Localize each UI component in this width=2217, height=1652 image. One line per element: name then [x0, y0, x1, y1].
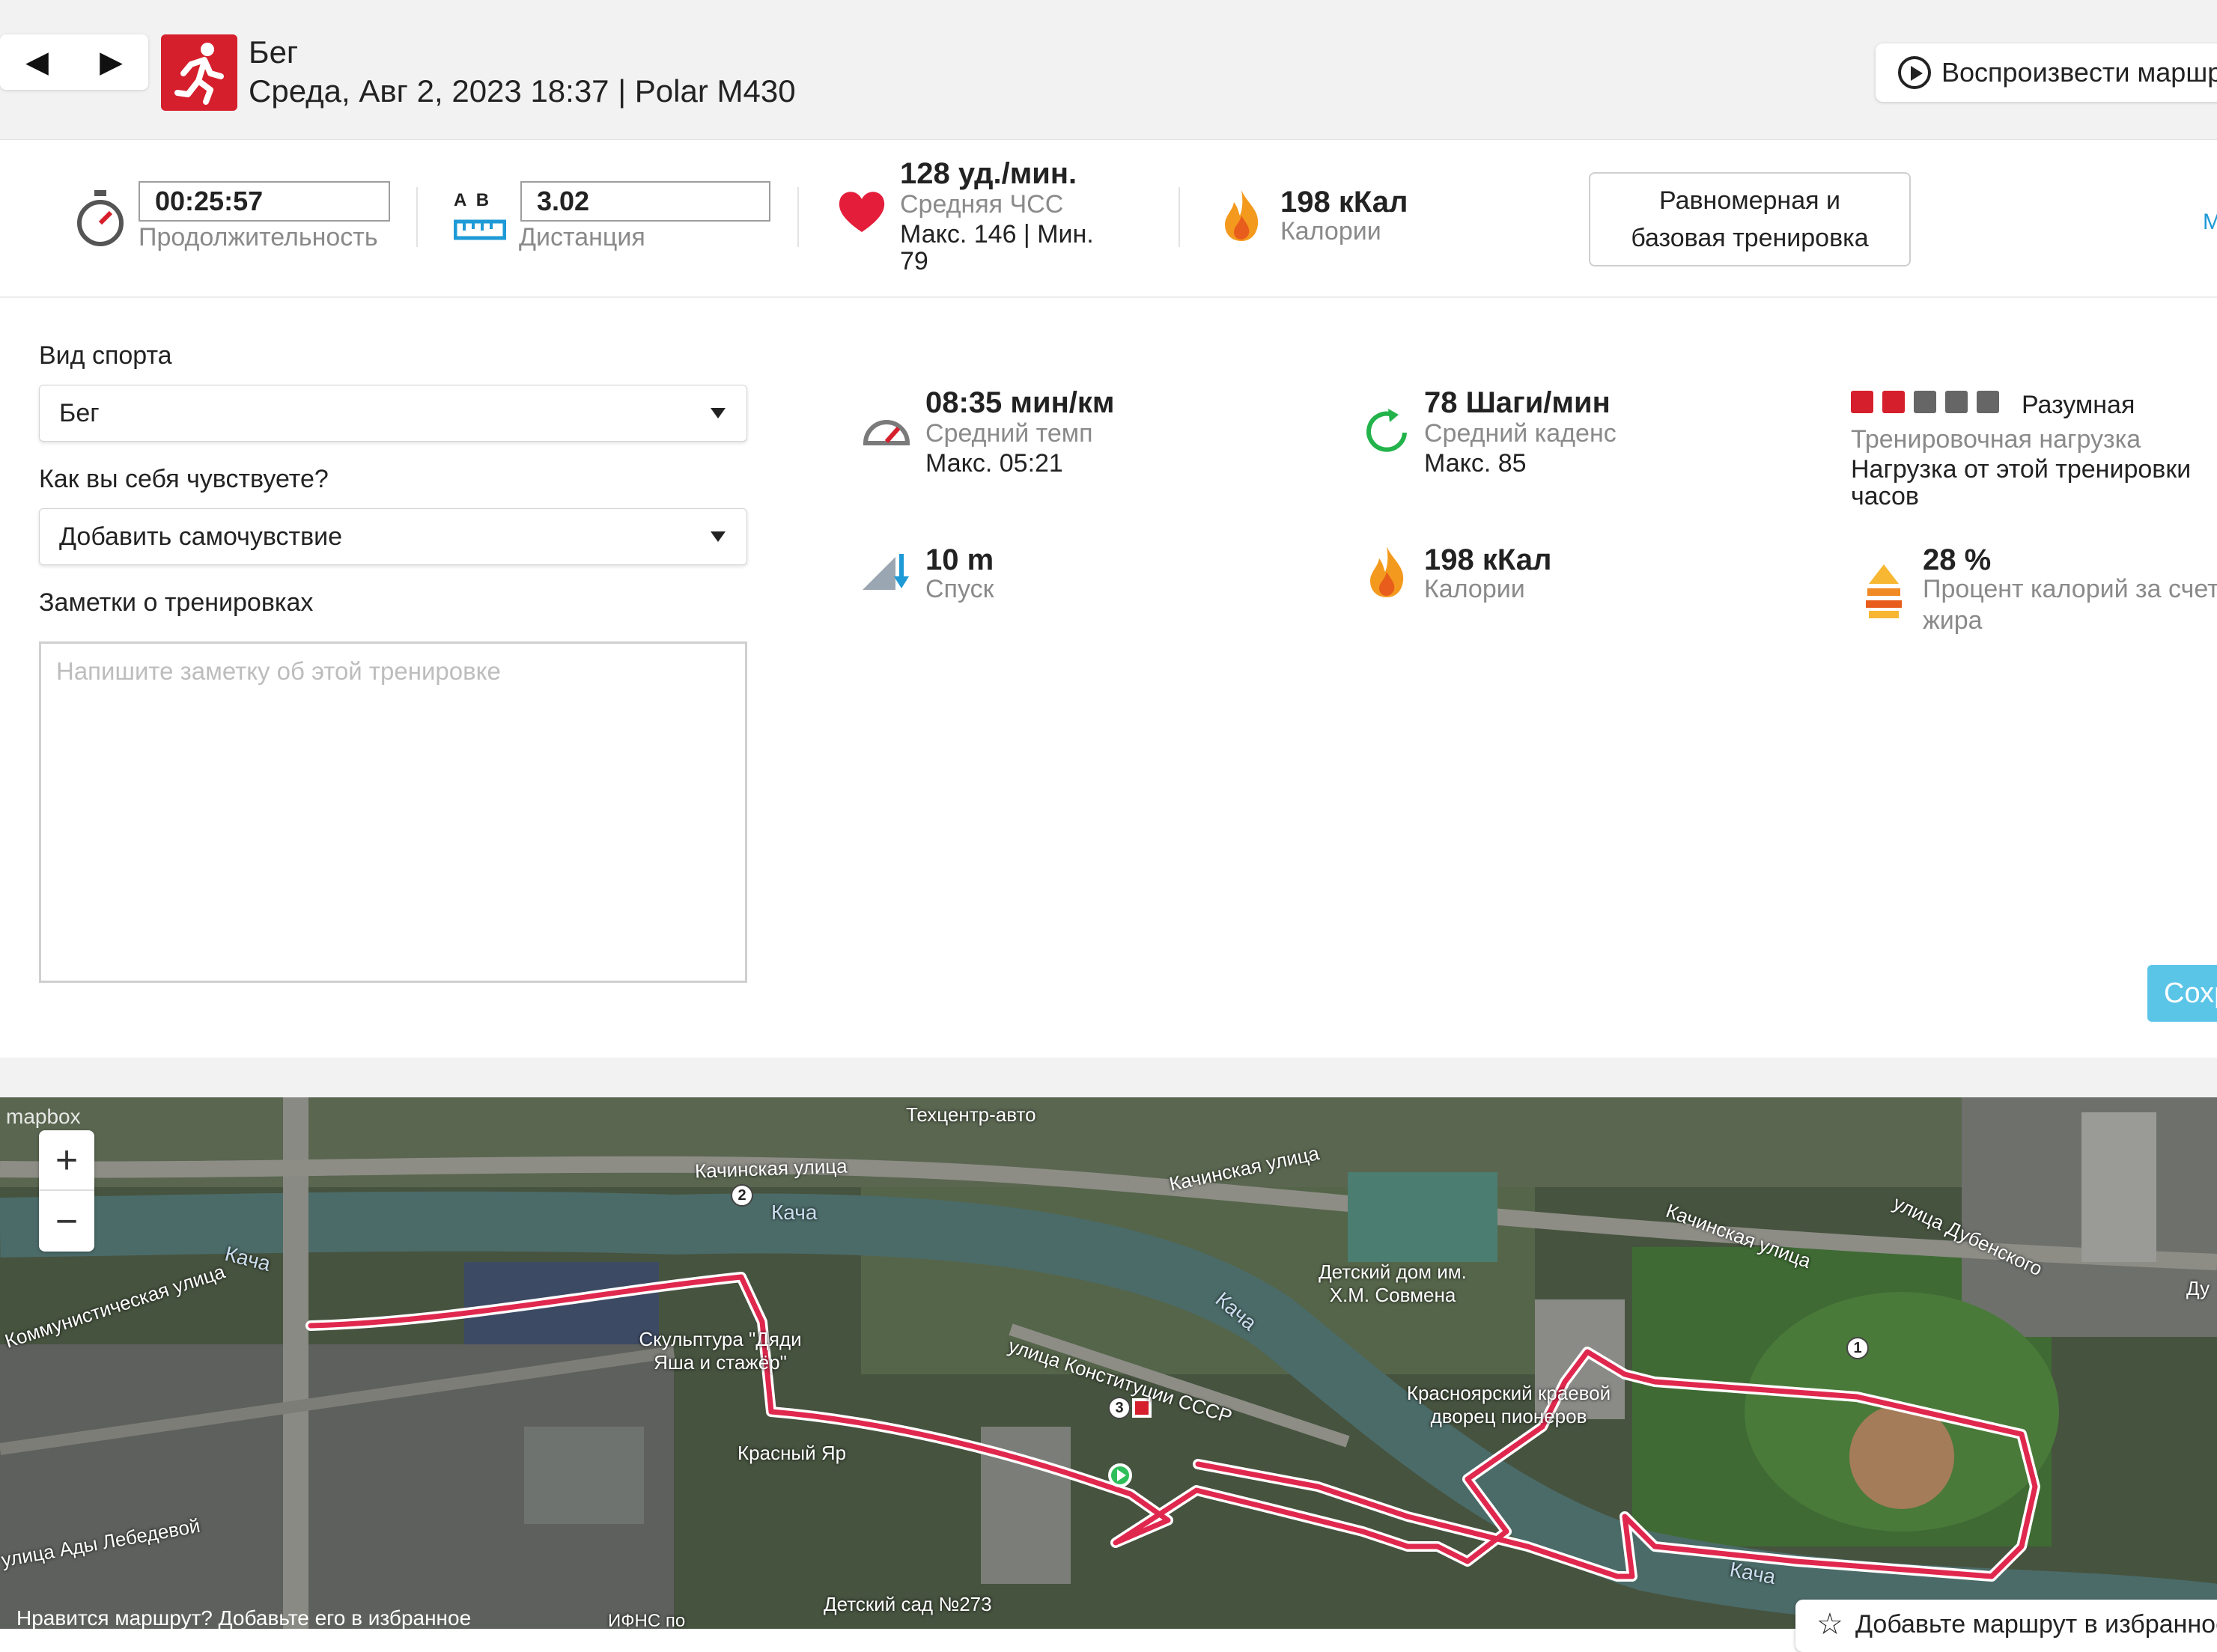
divider: [1179, 187, 1180, 247]
replay-route-button[interactable]: Воспроизвести маршрут: [1876, 43, 2217, 102]
avg-pace-value: 08:35 мин/км: [925, 386, 1115, 419]
duration-input[interactable]: 00:25:57: [139, 181, 390, 222]
avg-cadence-value: 78 Шаги/мин: [1424, 386, 1611, 419]
sport-type-selected: Бег: [59, 398, 100, 427]
sport-type-label: Вид спорта: [39, 341, 172, 370]
replay-route-label: Воспроизвести маршрут: [1941, 57, 2217, 88]
max-pace: Макс. 05:21: [925, 449, 1063, 478]
training-load-label: Тренировочная нагрузка: [1851, 425, 2141, 454]
map-label: Техцентр-авто: [906, 1103, 1036, 1126]
save-button[interactable]: Сохранить: [2147, 965, 2217, 1022]
training-type-line2: базовая тренировка: [1631, 224, 1869, 252]
add-favorite-route-label: Добавьте маршрут в избранное: [1855, 1610, 2217, 1639]
feeling-selected: Добавить самочувствие: [59, 522, 343, 551]
km-marker[interactable]: 2: [731, 1184, 753, 1207]
km-marker[interactable]: 1: [1846, 1337, 1869, 1359]
activity-sport-title: Бег: [249, 34, 299, 70]
star-icon: ☆: [1816, 1608, 1843, 1641]
distance-input[interactable]: 3.02: [520, 181, 770, 222]
training-type-button[interactable]: Равномерная и базовая тренировка: [1589, 172, 1911, 266]
fat-percent-label: Процент калорий за счет: [1923, 575, 2217, 603]
flame-icon: [1225, 190, 1259, 241]
next-activity-button[interactable]: ▶: [74, 34, 148, 90]
fat-percent-label-2: жира: [1923, 606, 1983, 635]
descent-label: Спуск: [925, 575, 994, 603]
sport-type-select[interactable]: Бег: [39, 385, 747, 442]
fat-burn-icon: [1866, 564, 1902, 618]
map-label: Детский сад №273: [824, 1593, 992, 1615]
training-load-square: [1914, 391, 1936, 413]
activity-header: ◀ ▶ Бег Среда, Авг 2, 2023 18:37 | Polar…: [0, 0, 2217, 140]
add-favorite-route-button[interactable]: ☆ Добавьте маршрут в избранное: [1795, 1600, 2217, 1652]
ruler-icon: [454, 219, 506, 240]
summary-calories-value: 198 кКал: [1280, 186, 1408, 219]
fat-percent-value: 28 %: [1923, 543, 1992, 576]
notes-textarea[interactable]: Напишите заметку об этой тренировке: [39, 641, 747, 983]
zoom-in-button[interactable]: +: [39, 1130, 94, 1191]
training-load-hours: часов: [1851, 482, 1919, 510]
feeling-select[interactable]: Добавить самочувствие: [39, 508, 747, 565]
avg-hr-label: Средняя ЧСС: [900, 190, 1064, 219]
cadence-icon: [1366, 409, 1407, 452]
training-load-text: Нагрузка от этой тренировки: [1851, 455, 2192, 484]
avg-hr-value: 128 уд./мин.: [900, 157, 1077, 190]
activity-date-device: Среда, Авг 2, 2023 18:37 | Polar M430: [249, 73, 796, 109]
avg-cadence-label: Средний каденс: [1424, 419, 1617, 448]
descent-icon: [863, 554, 909, 590]
hr-max-min: Макс. 146 | Мин.: [900, 220, 1094, 249]
descent-value: 10 m: [925, 543, 994, 576]
calories-label: Калории: [1424, 575, 1525, 603]
notes-label: Заметки о тренировках: [39, 588, 314, 617]
activity-nav: ◀ ▶: [0, 34, 148, 90]
map-separator: [0, 1058, 2217, 1097]
summary-calories-label: Калории: [1280, 217, 1381, 246]
favorite-prompt: Нравится маршрут? Добавьте его в избранн…: [16, 1606, 472, 1630]
more-link[interactable]: М: [2203, 210, 2217, 235]
speedometer-icon: [863, 420, 910, 445]
training-load-bars: [1851, 391, 2008, 415]
training-type-line1: Равномерная и: [1659, 186, 1840, 215]
flame-icon: [1370, 546, 1404, 597]
map-label: Красноярский краевой дворец пионеров: [1406, 1382, 1611, 1427]
distance-ab-label: A B: [454, 190, 490, 210]
max-cadence: Макс. 85: [1424, 449, 1527, 478]
caret-down-icon: [711, 531, 726, 542]
training-load-square: [1977, 391, 1999, 413]
previous-activity-button[interactable]: ◀: [0, 34, 74, 90]
running-icon: [161, 34, 237, 111]
distance-label: Дистанция: [519, 223, 645, 252]
duration-label: Продолжительность: [139, 223, 378, 252]
map-label: Детский дом им. Х.М. Совмена: [1319, 1261, 1467, 1306]
mapbox-logo: mapbox: [6, 1105, 81, 1128]
divider: [416, 187, 418, 247]
map-label: Скульптура "Дяди Яша и стажёр": [639, 1328, 802, 1374]
training-load-square: [1945, 391, 1968, 413]
calories-value: 198 кКал: [1424, 543, 1552, 576]
avg-pace-label: Средний темп: [925, 419, 1093, 448]
play-icon: [1898, 56, 1931, 89]
training-load-square: [1882, 391, 1905, 413]
map-label: Ду: [2186, 1277, 2210, 1299]
divider: [797, 187, 799, 247]
feeling-label: Как вы себя чувствуете?: [39, 465, 329, 493]
heart-icon: [839, 192, 885, 232]
hr-min-value: 79: [900, 247, 928, 275]
map-label: Кача: [771, 1201, 818, 1224]
caret-down-icon: [711, 408, 726, 418]
map-label: Красный Яр: [738, 1442, 847, 1464]
stopwatch-icon: [77, 190, 124, 246]
zoom-out-button[interactable]: −: [39, 1191, 94, 1252]
zoom-controls: + −: [39, 1130, 94, 1252]
route-map[interactable]: Техцентр-авто Качинская улица Качинская …: [0, 1097, 2217, 1629]
training-load-square: [1851, 391, 1873, 413]
training-load-level: Разумная: [2022, 391, 2135, 419]
km-marker[interactable]: 3: [1108, 1397, 1131, 1419]
